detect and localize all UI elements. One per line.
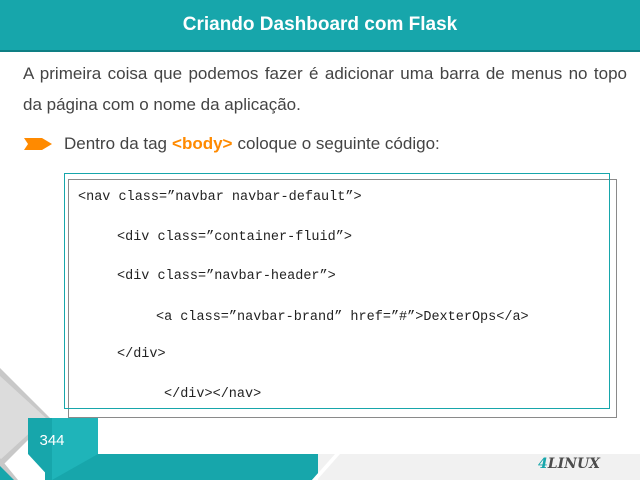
logo-name: LINUX <box>547 456 601 472</box>
footer-decoration <box>0 368 640 480</box>
brand-logo: 4LINUX <box>538 456 600 472</box>
page-number: 344 <box>39 432 65 449</box>
logo-prefix: 4 <box>538 456 548 472</box>
